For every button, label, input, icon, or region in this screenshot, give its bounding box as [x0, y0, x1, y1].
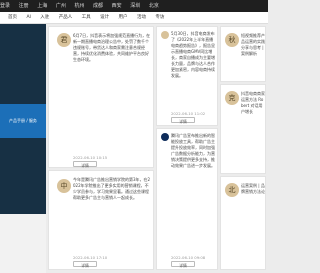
article-card[interactable]: 5月30日，抖音电商发布了《2022年上半年直播电商趋势报告》，报告显示直播电商… — [156, 26, 218, 126]
right-card[interactable]: 北 运营案例 | 品牌营销方法论 — [220, 176, 266, 270]
avatar: 克 — [225, 91, 239, 105]
details-button[interactable]: 详情 — [73, 161, 97, 168]
topbar-item[interactable]: 北京 — [149, 3, 159, 9]
nav-item[interactable]: 活动 — [137, 15, 146, 20]
topbar-item[interactable]: 西安 — [112, 3, 122, 9]
right-card[interactable]: 秋 短视频推荐产品运营的实践分享与思考 | 案例解析 — [220, 26, 266, 82]
article-time: 2022-06-10 10:15 — [73, 155, 108, 160]
topbar-item[interactable]: 上海 — [37, 3, 47, 9]
details-button[interactable]: 详情 — [171, 117, 195, 124]
topbar-item[interactable]: 注册 — [19, 3, 29, 9]
topbar-item[interactable]: 登录 — [0, 3, 10, 9]
nav-item[interactable]: 设计 — [100, 15, 109, 20]
avatar: 君 — [57, 33, 71, 47]
article-text: 6月7日，抖音表示将加强规范直播行为，在新一期直播电商治理公告中，处罚了数千个违… — [73, 33, 151, 62]
right-card-text: 短视频推荐产品运营的实践分享与思考 | 案例解析 — [241, 33, 265, 56]
article-card[interactable]: 中 今年是腾讯广告推出营销学院的第3年，在2022年学院推出了更多实用的营销课程… — [48, 170, 154, 270]
article-text: 腾讯广告宣布推出新的智能投放工具，帮助广告主提升投放效率，同时加强广告数据分析能… — [171, 133, 215, 168]
article-text: 5月30日，抖音电商发布了《2022年上半年直播电商趋势报告》，报告显示直播电商… — [171, 31, 215, 78]
details-button[interactable]: 详情 — [171, 261, 195, 268]
nav-item[interactable]: 入驻 — [40, 15, 49, 20]
article-time: 2022-06-10 17:10 — [73, 255, 108, 260]
avatar — [161, 133, 169, 141]
right-card-text: 运营案例 | 品牌营销方法论 — [241, 183, 265, 194]
left-panel: 产品手册 / 服务 — [0, 24, 46, 273]
topbar-item[interactable]: 深圳 — [130, 3, 140, 9]
sidebar-banner[interactable]: 产品手册 / 服务 — [0, 104, 46, 138]
avatar: 北 — [225, 183, 239, 197]
article-time: 2022-06-10 09:08 — [171, 255, 206, 260]
topbar-item[interactable]: 广州 — [56, 3, 66, 9]
article-text: 今年是腾讯广告推出营销学院的第3年，在2022年学院推出了更多实用的营销课程，不… — [73, 177, 151, 200]
left-bottom-area — [0, 214, 46, 273]
right-card-text: 抖音电商商家运营方法 Robert 对话用户增长 — [241, 91, 265, 114]
nav-item[interactable]: 专访 — [155, 15, 164, 20]
avatar: 秋 — [225, 33, 239, 47]
nav-item[interactable]: AI — [26, 15, 30, 20]
topbar-item[interactable]: 成都 — [93, 3, 103, 9]
avatar: 中 — [57, 179, 71, 193]
top-bar: 登录 注册 上海 广州 杭州 成都 西安 深圳 北京 — [0, 0, 268, 12]
main-nav: 首页 AI 入驻 产品人 工具 设计 用户 活动 专访 — [0, 12, 268, 24]
article-card[interactable]: 君 6月7日，抖音表示将加强规范直播行为，在新一期直播电商治理公告中，处罚了数千… — [48, 26, 154, 168]
nav-item[interactable]: 首页 — [8, 15, 17, 20]
article-card[interactable]: 腾讯广告宣布推出新的智能投放工具，帮助广告主提升投放效率，同时加强广告数据分析能… — [156, 128, 218, 270]
article-time: 2022-06-10 11:02 — [171, 111, 206, 116]
details-button[interactable]: 详情 — [73, 261, 97, 268]
right-card[interactable]: 克 抖音电商商家运营方法 Robert 对话用户增长 — [220, 84, 266, 174]
nav-item[interactable]: 用户 — [119, 15, 128, 20]
topbar-item[interactable]: 杭州 — [74, 3, 84, 9]
nav-item[interactable]: 产品人 — [59, 15, 73, 20]
avatar — [161, 31, 169, 39]
nav-item[interactable]: 工具 — [82, 15, 91, 20]
